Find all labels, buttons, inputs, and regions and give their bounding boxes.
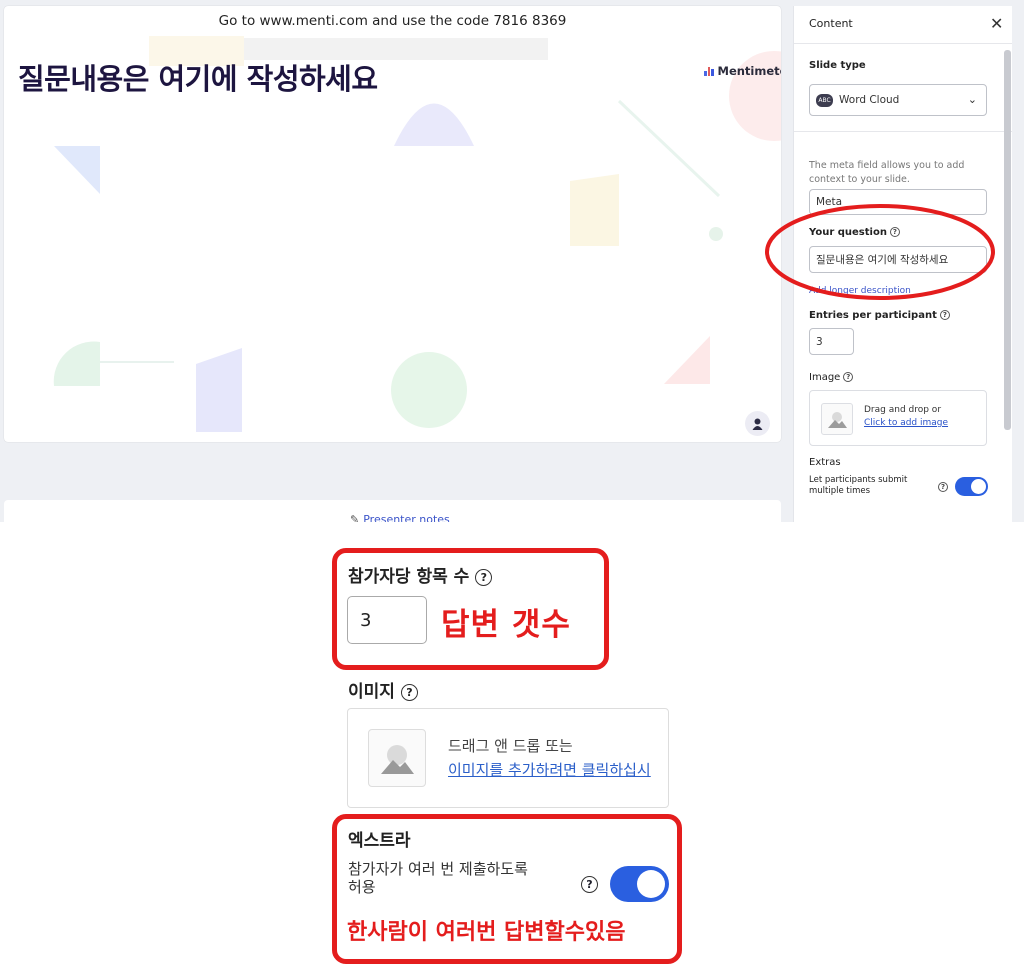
annotation-ellipse [765,204,995,300]
click-to-add-image-link-ko[interactable]: 이미지를 추가하려면 클릭하십시 [448,759,651,780]
image-dropzone-ko[interactable]: 드래그 앤 드롭 또는 이미지를 추가하려면 클릭하십시 [347,708,669,808]
entries-input-ko[interactable]: 3 [347,596,427,644]
extras-label-ko: 엑스트라 [348,831,411,851]
entries-value-ko: 3 [360,609,372,631]
image-label-ko: 이미지? [348,677,418,702]
entries-label-ko: 참가자당 항목 수? [348,562,493,587]
image-placeholder-icon [368,729,426,787]
zoomed-settings: 참가자당 항목 수? 3 답변 갯수 이미지? 드래그 앤 드롭 또는 이미지를… [0,522,1024,972]
help-icon[interactable]: ? [581,876,598,893]
drag-drop-text-ko: 드래그 앤 드롭 또는 [448,737,573,755]
toggle-knob [637,870,665,898]
help-icon[interactable]: ? [400,683,418,701]
mentimeter-editor: Go to www.menti.com and use the code 781… [0,0,1024,522]
help-icon[interactable]: ? [475,568,493,586]
extras-annotation-text: 한사람이 여러번 답변할수있음 [347,920,626,945]
multi-submit-label-ko: 참가자가 여러 번 제출하도록 허용 [348,860,528,896]
entries-annotation-text: 답변 갯수 [441,607,571,643]
multi-submit-toggle-ko[interactable] [610,866,669,902]
